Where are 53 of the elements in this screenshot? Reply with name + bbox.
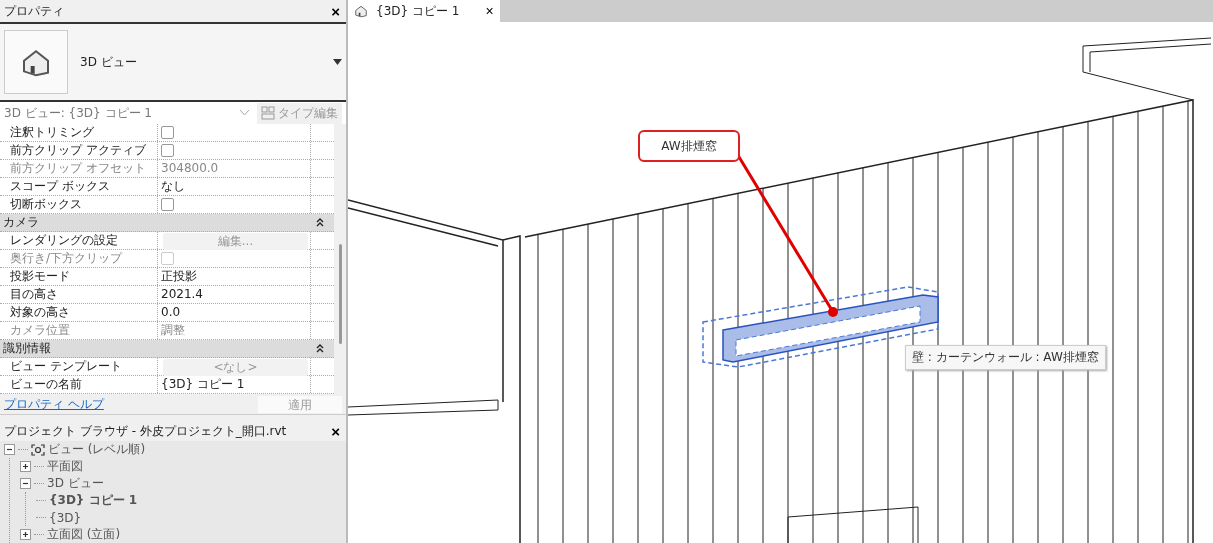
panel-title: プロジェクト ブラウザ - 外皮プロジェクト_開口.rvt (4, 422, 287, 440)
property-name: 投影モード (0, 268, 158, 285)
close-button[interactable]: × (467, 3, 494, 19)
tree-item[interactable]: {3D} (49, 510, 82, 525)
type-selector[interactable]: 3D ビュー (0, 24, 346, 102)
collapse-icon[interactable] (316, 218, 324, 227)
property-name: 奥行き/下方クリップ (0, 250, 158, 267)
value-cell: 正投影 (158, 268, 311, 285)
checkbox[interactable] (161, 144, 174, 157)
collapse-icon[interactable] (4, 444, 15, 455)
expand-icon[interactable] (20, 461, 31, 472)
close-button[interactable]: × (329, 422, 342, 440)
collapse-icon[interactable] (20, 478, 31, 489)
checkbox[interactable] (161, 126, 174, 139)
tree-item[interactable]: 立面図 (立面) (47, 526, 121, 543)
view-tab[interactable]: {3D} コピー 1 × (348, 0, 500, 22)
property-name: スコープ ボックス (0, 178, 158, 195)
tab-label: {3D} コピー 1 (376, 2, 460, 20)
house-icon (354, 4, 368, 18)
value-cell: 304800.0 (158, 160, 311, 177)
type-name: 3D ビュー (80, 53, 138, 71)
expand-icon[interactable] (20, 529, 31, 540)
property-name: 前方クリップ オフセット (0, 160, 158, 177)
tree-item[interactable]: 3D ビュー (47, 475, 104, 492)
value-cell: 2021.4 (158, 286, 311, 303)
property-name: カメラ位置 (0, 322, 158, 339)
close-button[interactable]: × (329, 2, 342, 20)
help-link[interactable]: プロパティ ヘルプ (4, 395, 104, 413)
type-icon (261, 106, 275, 120)
tree-item[interactable]: {3D} コピー 1 (49, 492, 138, 509)
value-cell: 0.0 (158, 304, 311, 321)
tooltip: 壁 : カーテンウォール : AW排煙窓 (905, 345, 1106, 370)
tree-item[interactable]: ビュー (レベル順) (48, 441, 146, 458)
panel-title: プロパティ (4, 2, 64, 20)
property-name: 目の高さ (0, 286, 158, 303)
value-cell: {3D} コピー 1 (158, 376, 311, 393)
section-title: カメラ (3, 214, 39, 231)
property-name: ビューの名前 (0, 376, 158, 393)
tree-item[interactable]: 平面図 (47, 458, 83, 475)
instance-selector[interactable]: 3D ビュー: {3D} コピー 1 (4, 104, 240, 122)
property-name: 前方クリップ アクティブ (0, 142, 158, 159)
caret-icon[interactable] (333, 59, 342, 65)
collapse-icon[interactable] (316, 344, 324, 353)
property-name: 注釈トリミング (0, 124, 158, 141)
view-icon (31, 443, 45, 456)
value-cell: なし (158, 178, 311, 195)
property-name: 切断ボックス (0, 196, 158, 213)
scrollbar-thumb[interactable] (338, 244, 342, 344)
callout-label: AW排煙窓 (638, 130, 740, 162)
value-cell: 調整 (158, 322, 311, 339)
property-name: 対象の高さ (0, 304, 158, 321)
section-title: 識別情報 (3, 340, 51, 357)
checkbox[interactable] (161, 198, 174, 211)
